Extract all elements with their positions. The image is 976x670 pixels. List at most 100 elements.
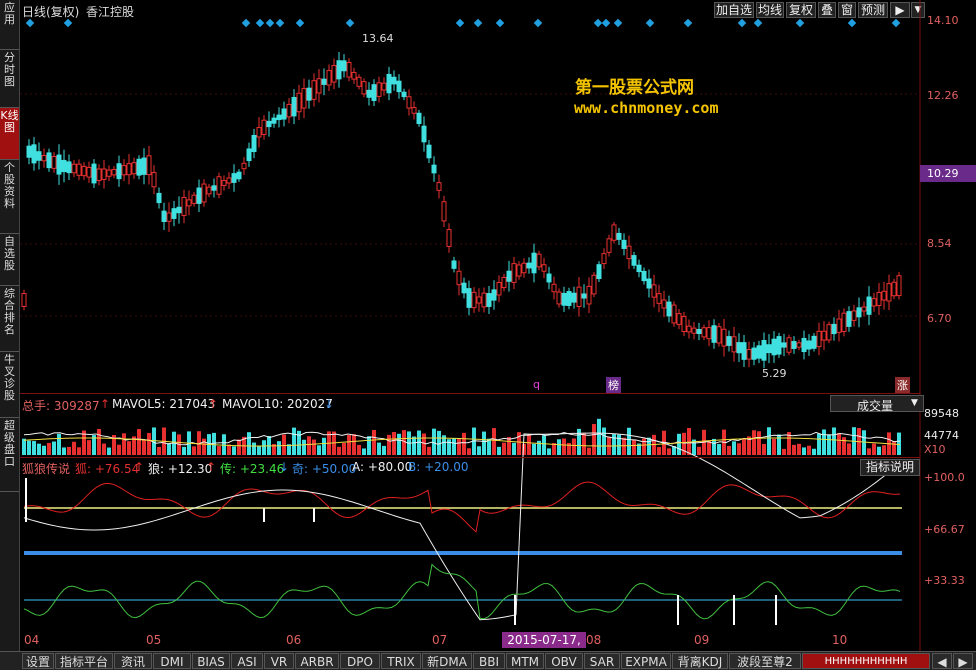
volume-bar bbox=[542, 435, 546, 455]
tab-obv[interactable]: OBV bbox=[545, 653, 583, 669]
candle-body bbox=[436, 182, 442, 191]
tab-bias[interactable]: BIAS bbox=[192, 653, 230, 669]
signal-diamond bbox=[265, 18, 275, 28]
event-marker-q[interactable]: q bbox=[533, 378, 540, 391]
candle-body bbox=[231, 173, 237, 183]
candle-body bbox=[106, 169, 112, 177]
candle-body bbox=[146, 155, 152, 176]
candle-body bbox=[681, 315, 687, 333]
volume-bar bbox=[892, 441, 896, 455]
tab-wave-supreme-2[interactable]: 波段至尊2 bbox=[729, 653, 801, 669]
candle-body bbox=[136, 158, 142, 176]
month-tick: 08 bbox=[586, 633, 602, 647]
indicator-wolf-value: 狼: +12.30 bbox=[148, 462, 213, 476]
event-marker-list[interactable]: 榜 bbox=[606, 377, 621, 393]
tab-sar[interactable]: SAR bbox=[584, 653, 620, 669]
candle-body bbox=[166, 212, 172, 222]
volume-bar bbox=[357, 444, 361, 455]
candle-body bbox=[336, 60, 342, 80]
event-marker-limit-up[interactable]: 涨 bbox=[895, 377, 910, 393]
volume-bar bbox=[252, 442, 256, 455]
tab-dpo[interactable]: DPO bbox=[340, 653, 380, 669]
candle-body bbox=[581, 293, 587, 299]
candle-body bbox=[481, 292, 487, 308]
candle-body bbox=[181, 196, 187, 216]
indicator-dropdown[interactable]: 成交量 ▼ bbox=[830, 395, 924, 413]
candle-body bbox=[431, 164, 437, 174]
candle-body bbox=[351, 71, 357, 80]
candle-body bbox=[456, 270, 462, 286]
scroll-left-icon[interactable]: ◀ bbox=[932, 653, 952, 669]
volume-bar bbox=[467, 448, 471, 455]
candle-body bbox=[21, 293, 27, 307]
indicator-help-button[interactable]: 指标说明 bbox=[860, 459, 920, 476]
candle-body bbox=[541, 264, 547, 272]
signal-diamond bbox=[847, 18, 857, 28]
indicator-axis-tick: +66.67 bbox=[924, 523, 965, 536]
volume-bar bbox=[27, 440, 31, 455]
tab-divergence-kdj[interactable]: 背离KDJ bbox=[672, 653, 728, 669]
volume-bar bbox=[227, 444, 231, 455]
volume-bar bbox=[302, 439, 306, 455]
candle-body bbox=[491, 289, 497, 301]
tab-arbr[interactable]: ARBR bbox=[295, 653, 339, 669]
volume-bar bbox=[257, 446, 261, 455]
tab-asi[interactable]: ASI bbox=[231, 653, 263, 669]
tab-settings[interactable]: 设置 bbox=[22, 653, 54, 669]
scroll-right-icon[interactable]: ▶ bbox=[953, 653, 973, 669]
candle-body bbox=[641, 270, 647, 282]
candle-body bbox=[291, 96, 297, 117]
candle-body bbox=[391, 76, 397, 85]
tab-bbi[interactable]: BBI bbox=[473, 653, 505, 669]
period-high-label: 13.64 bbox=[362, 32, 394, 45]
tab-vr[interactable]: VR bbox=[264, 653, 294, 669]
volume-bar bbox=[217, 446, 221, 455]
candle-body bbox=[61, 159, 67, 173]
kline-chart-canvas[interactable] bbox=[0, 0, 976, 669]
candle-body bbox=[521, 262, 527, 274]
volume-bar bbox=[842, 437, 846, 455]
candle-body bbox=[886, 283, 892, 302]
volume-bar bbox=[752, 430, 756, 455]
volume-bar bbox=[382, 445, 386, 455]
tab-custom-active[interactable]: HHHHHHHHHHH bbox=[802, 653, 930, 669]
candle-body bbox=[746, 349, 752, 360]
candle-body bbox=[536, 253, 542, 268]
indicator-qi-value: 奇: +50.00 bbox=[292, 462, 357, 476]
indicator-axis-tick: +33.33 bbox=[924, 574, 965, 587]
tab-expma[interactable]: EXPMA bbox=[621, 653, 671, 669]
candle-body bbox=[876, 292, 882, 306]
volume-bar bbox=[817, 433, 821, 455]
candle-body bbox=[376, 82, 382, 97]
tab-dmi[interactable]: DMI bbox=[153, 653, 191, 669]
tab-news[interactable]: 资讯 bbox=[114, 653, 152, 669]
signal-diamond bbox=[737, 18, 747, 28]
arrow-up-icon: ↑ bbox=[134, 460, 145, 474]
candle-body bbox=[326, 70, 332, 86]
volume-bar bbox=[337, 446, 341, 455]
tab-mtm[interactable]: MTM bbox=[506, 653, 544, 669]
volume-bar bbox=[97, 428, 101, 455]
volume-bar bbox=[492, 428, 496, 455]
candle-body bbox=[266, 120, 272, 128]
volume-bar bbox=[822, 429, 826, 455]
tab-indicator-platform[interactable]: 指标平台 bbox=[55, 653, 113, 669]
volume-bar bbox=[667, 448, 671, 455]
candle-body bbox=[116, 163, 122, 180]
tab-new-dma[interactable]: 新DMA bbox=[422, 653, 472, 669]
volume-bar bbox=[412, 436, 416, 455]
chevron-down-icon: ▼ bbox=[911, 398, 918, 408]
volume-bar bbox=[437, 430, 441, 455]
tab-trix[interactable]: TRIX bbox=[381, 653, 421, 669]
candle-body bbox=[856, 307, 862, 318]
volume-bar bbox=[622, 437, 626, 455]
signal-diamond bbox=[25, 18, 35, 28]
volume-bar bbox=[397, 433, 401, 455]
volume-bar bbox=[37, 443, 41, 455]
candle-body bbox=[696, 328, 702, 335]
volume-bar bbox=[342, 442, 346, 455]
volume-bar bbox=[367, 436, 371, 455]
candle-body bbox=[691, 327, 697, 334]
candle-body bbox=[281, 108, 287, 120]
candle-body bbox=[506, 270, 512, 282]
